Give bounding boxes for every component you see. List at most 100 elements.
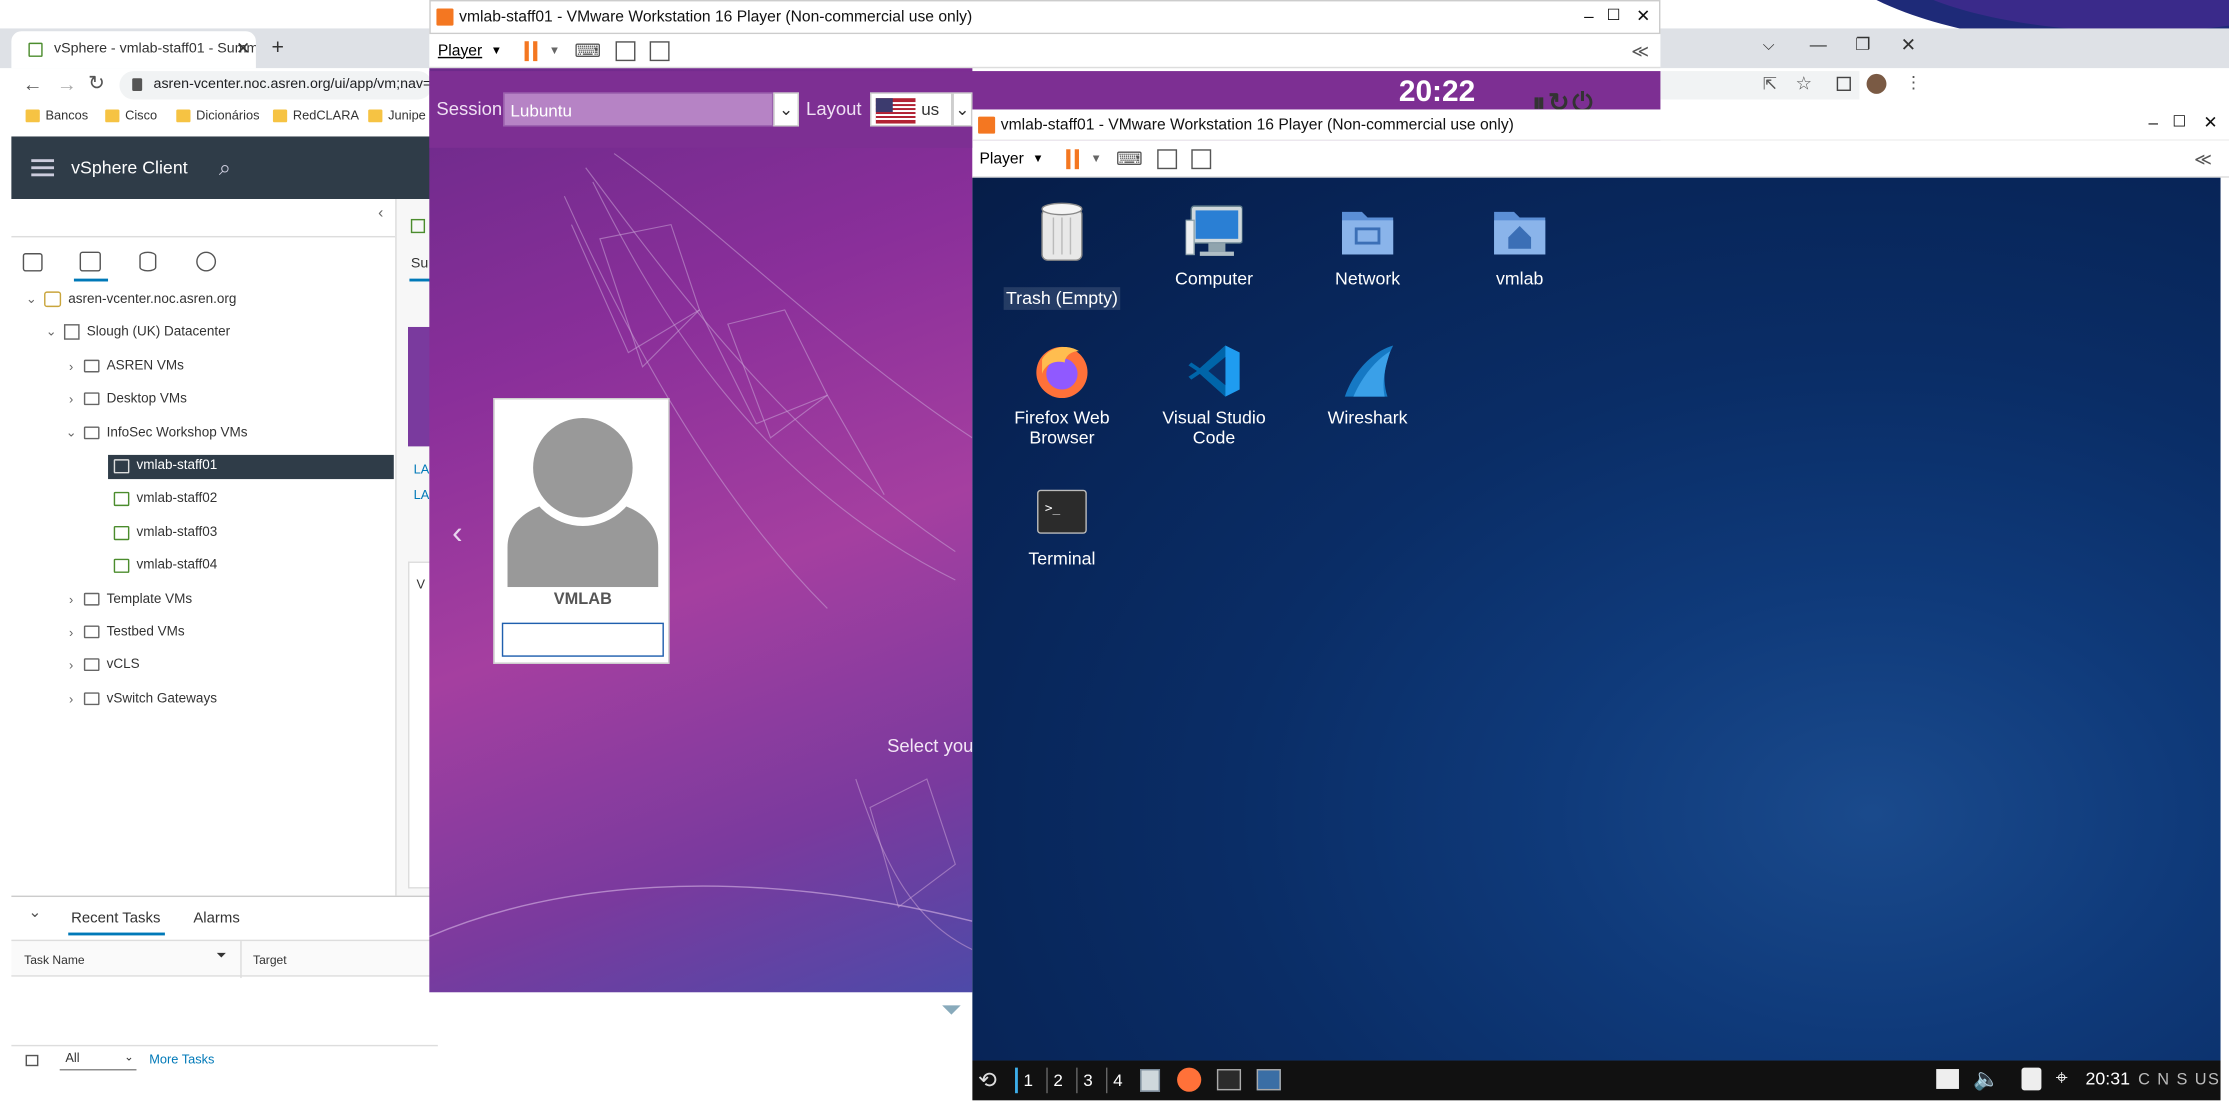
- pause-icon[interactable]: [1066, 148, 1071, 169]
- tree-vm-staff03[interactable]: vmlab-staff03: [113, 525, 217, 540]
- collapse-toolbar-icon[interactable]: ≪: [2194, 149, 2212, 169]
- keyboard-layout-icon[interactable]: ⌖: [2056, 1066, 2068, 1090]
- chevron-down-icon[interactable]: ▼: [491, 44, 502, 57]
- session-dropdown-button[interactable]: ⌄: [773, 92, 799, 127]
- summary-tab[interactable]: Su: [411, 256, 428, 272]
- tab-search-chevron-icon[interactable]: ⌵: [1763, 37, 1775, 55]
- workspace-1[interactable]: 1: [1024, 1070, 1034, 1090]
- maximize-icon[interactable]: ☐: [2172, 112, 2186, 131]
- address-bar[interactable]: asren-vcenter.noc.asren.org/ui/app/vm;na…: [119, 71, 433, 100]
- minimize-icon[interactable]: –: [2148, 112, 2158, 132]
- forward-arrow-icon[interactable]: →: [57, 73, 77, 96]
- tray-notes-icon[interactable]: [1936, 1069, 1959, 1089]
- browser-restore-icon[interactable]: ❐: [1855, 34, 1870, 54]
- unity-icon[interactable]: [1191, 148, 1211, 169]
- show-desktop-icon[interactable]: [1256, 1069, 1281, 1091]
- vmware-window-1-titlebar[interactable]: vmlab-staff01 - VMware Workstation 16 Pl…: [429, 0, 1661, 35]
- browser-menu-icon[interactable]: ⋮: [1905, 73, 1922, 93]
- browser-minimize-icon[interactable]: —: [1810, 34, 1827, 54]
- back-arrow-icon[interactable]: ←: [23, 73, 43, 96]
- chevron-down-icon[interactable]: ▼: [549, 44, 560, 57]
- column-toggle-icon[interactable]: [25, 1054, 39, 1067]
- volume-icon[interactable]: 🔈: [1973, 1066, 2000, 1092]
- tree-root[interactable]: ⌄ asren-vcenter.noc.asren.org: [26, 291, 236, 308]
- bookmark-juniper[interactable]: Junipe: [368, 108, 426, 122]
- storage-icon[interactable]: [139, 251, 157, 272]
- filter-icon[interactable]: ⏷: [216, 948, 226, 964]
- launch-link[interactable]: LA: [414, 462, 430, 476]
- share-icon[interactable]: ⇱: [1763, 74, 1777, 94]
- collapse-tasks-chevron-icon[interactable]: ⌄: [28, 903, 41, 921]
- desktop-icon-firefox[interactable]: Firefox Web Browser: [994, 343, 1130, 448]
- launch-link[interactable]: LA: [414, 488, 430, 502]
- tab-close-icon[interactable]: ✕: [236, 38, 250, 58]
- tree-folder-asren[interactable]: › ASREN VMs: [65, 358, 184, 374]
- column-target[interactable]: Target: [253, 952, 287, 966]
- tree-folder-testbed[interactable]: › Testbed VMs: [65, 624, 185, 640]
- more-tasks-link[interactable]: More Tasks: [149, 1052, 214, 1066]
- bookmark-dicionarios[interactable]: Dicionários: [176, 108, 259, 122]
- desktop-icon-computer[interactable]: Computer: [1146, 203, 1282, 289]
- tab-alarms[interactable]: Alarms: [193, 910, 239, 927]
- desktop-icon-wireshark[interactable]: Wireshark: [1299, 343, 1435, 428]
- layout-dropdown-button[interactable]: ⌄: [952, 92, 973, 127]
- workspace-2[interactable]: 2: [1053, 1070, 1063, 1090]
- session-select[interactable]: Lubuntu: [503, 92, 774, 127]
- vms-templates-icon[interactable]: [79, 251, 101, 272]
- fullscreen-icon[interactable]: [615, 40, 636, 61]
- funnel-icon[interactable]: ⏷: [941, 995, 961, 1025]
- firefox-launcher-icon[interactable]: [1177, 1067, 1202, 1092]
- tab-recent-tasks[interactable]: Recent Tasks: [71, 910, 160, 927]
- previous-user-arrow-icon[interactable]: ‹: [452, 515, 462, 552]
- close-icon[interactable]: ✕: [1636, 6, 1650, 26]
- workspace-4[interactable]: 4: [1113, 1070, 1123, 1090]
- tree-folder-desktop[interactable]: › Desktop VMs: [65, 391, 187, 407]
- bookmark-cisco[interactable]: Cisco: [105, 108, 157, 122]
- tree-datacenter[interactable]: ⌄ Slough (UK) Datacenter: [45, 324, 230, 340]
- browser-close-icon[interactable]: ✕: [1901, 34, 1917, 57]
- file-manager-icon[interactable]: [1140, 1069, 1161, 1092]
- collapse-panel-chevron-icon[interactable]: ‹: [378, 205, 383, 222]
- close-icon[interactable]: ✕: [2203, 112, 2217, 132]
- side-panel-icon[interactable]: [1836, 76, 1851, 91]
- hosts-clusters-icon[interactable]: [22, 253, 43, 272]
- tree-vm-staff02[interactable]: vmlab-staff02: [113, 490, 217, 506]
- desktop-icon-terminal[interactable]: >_ Terminal: [994, 483, 1130, 569]
- desktop-icon-vscode[interactable]: Visual Studio Code: [1146, 343, 1282, 448]
- password-input[interactable]: [501, 622, 664, 657]
- browser-tab[interactable]: vSphere - vmlab-staff01 - Summ: [11, 31, 256, 69]
- minimize-icon[interactable]: –: [1584, 6, 1594, 26]
- layout-select[interactable]: us: [870, 92, 953, 127]
- desktop-icon-vmlab[interactable]: vmlab: [1451, 203, 1587, 289]
- start-menu-icon[interactable]: ⟲: [978, 1066, 997, 1094]
- tree-folder-template[interactable]: › Template VMs: [65, 591, 192, 607]
- tree-folder-vcls[interactable]: › vCLS: [65, 657, 140, 673]
- maximize-icon[interactable]: ☐: [1607, 6, 1621, 24]
- vmware-window-2-titlebar[interactable]: vmlab-staff01 - VMware Workstation 16 Pl…: [972, 109, 2229, 141]
- search-icon[interactable]: ⌕: [219, 156, 231, 180]
- send-ctrl-alt-del-icon[interactable]: ⌨: [574, 39, 601, 62]
- player-menu[interactable]: Player: [979, 150, 1023, 167]
- tree-vm-staff01[interactable]: vmlab-staff01: [113, 458, 217, 473]
- terminal-launcher-icon[interactable]: [1216, 1069, 1242, 1091]
- hamburger-menu-icon[interactable]: [31, 159, 55, 177]
- send-ctrl-alt-del-icon[interactable]: ⌨: [1116, 147, 1143, 170]
- clipboard-icon[interactable]: [2021, 1067, 2042, 1091]
- new-tab-icon[interactable]: +: [272, 36, 284, 60]
- reload-icon[interactable]: ↻: [88, 71, 105, 95]
- tree-vm-staff04[interactable]: vmlab-staff04: [113, 557, 217, 573]
- bookmark-bancos[interactable]: Bancos: [25, 108, 89, 122]
- fullscreen-icon[interactable]: [1156, 148, 1177, 169]
- chevron-down-icon[interactable]: ▼: [1032, 152, 1043, 165]
- unity-icon[interactable]: [649, 40, 670, 61]
- pause-icon[interactable]: [524, 40, 529, 61]
- taskbar-clock[interactable]: 20:31: [2085, 1069, 2129, 1089]
- player-menu[interactable]: Player: [438, 42, 482, 59]
- desktop-icon-network[interactable]: Network: [1299, 203, 1435, 289]
- workspace-3[interactable]: 3: [1083, 1070, 1093, 1090]
- bookmark-star-icon[interactable]: ☆: [1795, 73, 1812, 96]
- bookmark-redclara[interactable]: RedCLARA: [272, 108, 359, 122]
- profile-avatar[interactable]: [1866, 73, 1887, 94]
- tree-folder-vswitch[interactable]: › vSwitch Gateways: [65, 691, 217, 707]
- collapse-toolbar-icon[interactable]: ≪: [1631, 41, 1649, 61]
